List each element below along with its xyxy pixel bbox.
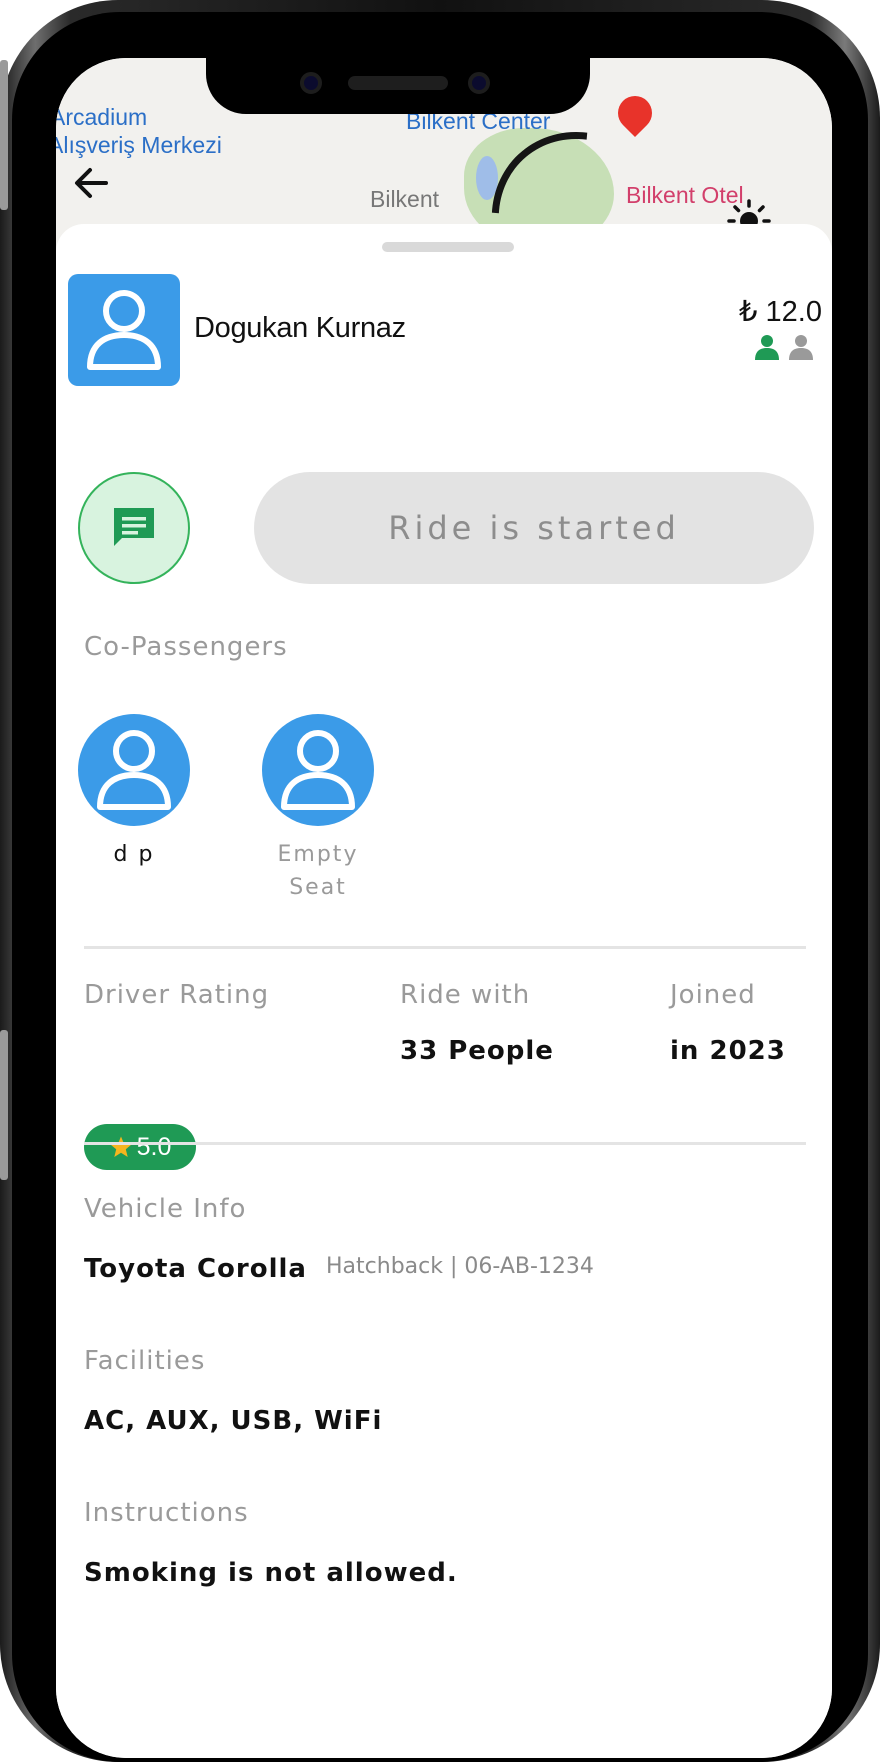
driver-rating-badge: 5.0 xyxy=(84,1124,196,1170)
joined-label: Joined xyxy=(670,980,756,1010)
passenger-avatar xyxy=(78,714,190,826)
joined-value: in 2023 xyxy=(670,1036,786,1066)
front-sensor xyxy=(468,72,490,94)
ride-with-value: 33 People xyxy=(400,1036,554,1066)
side-button-upper xyxy=(0,60,8,210)
sheet-drag-handle[interactable] xyxy=(382,242,514,252)
seat-availability xyxy=(754,334,814,360)
destination-pin-icon xyxy=(610,88,660,138)
vehicle-info-title: Vehicle Info xyxy=(84,1194,247,1224)
vehicle-details: Hatchback | 06-AB-1234 xyxy=(326,1254,594,1279)
empty-seat-item[interactable]: Empty Seat xyxy=(248,714,388,904)
back-arrow-icon[interactable] xyxy=(66,158,116,208)
ride-with-label: Ride with xyxy=(400,980,531,1010)
user-icon xyxy=(281,730,355,810)
driver-name: Dogukan Kurnaz xyxy=(194,312,406,344)
earpiece-speaker xyxy=(348,76,448,90)
phone-notch xyxy=(206,58,590,114)
ride-price: ₺ 12.0 xyxy=(739,296,822,328)
vehicle-name: Toyota Corolla xyxy=(84,1254,307,1284)
co-passenger-item[interactable]: d p xyxy=(64,714,204,871)
user-icon xyxy=(87,290,161,370)
app-screen: Arcadium Alışveriş Merkezi Bilkent Cente… xyxy=(56,58,832,1758)
facilities-title: Facilities xyxy=(84,1346,206,1376)
seat-filled-icon xyxy=(755,335,779,360)
facilities-value: AC, AUX, USB, WiFi xyxy=(84,1406,383,1436)
chat-icon xyxy=(114,508,154,546)
rating-value: 5.0 xyxy=(136,1132,172,1161)
user-icon xyxy=(97,730,171,810)
map-label-bilkent: Bilkent xyxy=(370,186,440,212)
instructions-value: Smoking is not allowed. xyxy=(84,1558,458,1588)
passenger-name: d p xyxy=(113,842,155,867)
passenger-avatar xyxy=(262,714,374,826)
driver-rating-label: Driver Rating xyxy=(84,980,270,1010)
co-passengers-title: Co-Passengers xyxy=(84,632,288,662)
chat-button[interactable] xyxy=(78,472,190,584)
seat-empty-icon xyxy=(789,335,813,360)
front-camera xyxy=(300,72,322,94)
ride-details-sheet: Dogukan Kurnaz ₺ 12.0 Ride is started Co… xyxy=(56,224,832,1758)
ride-status-button[interactable]: Ride is started xyxy=(254,472,814,584)
passenger-name: Empty Seat xyxy=(277,842,359,900)
star-icon xyxy=(109,1136,132,1157)
side-button-lower xyxy=(0,1030,8,1180)
driver-avatar xyxy=(68,274,180,386)
map-label-mall: Alışveriş Merkezi xyxy=(56,132,222,158)
section-divider xyxy=(84,1142,806,1145)
section-divider xyxy=(84,946,806,949)
map-label-arcadium: Arcadium xyxy=(56,104,148,130)
instructions-title: Instructions xyxy=(84,1498,249,1528)
